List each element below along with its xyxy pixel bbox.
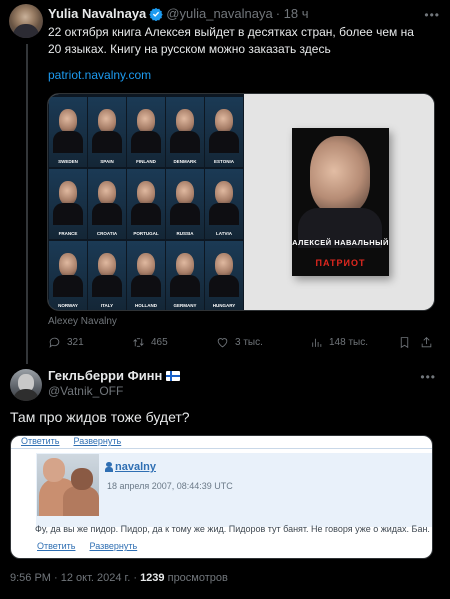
repost-count: 465 [151, 337, 168, 348]
like-button[interactable]: 3 тыс. [216, 336, 263, 349]
more-options-icon[interactable]: ••• [424, 8, 440, 22]
tile-country: GERMANY [173, 303, 197, 308]
book-tile: SPAIN [88, 97, 126, 167]
author-avatar[interactable] [9, 4, 43, 38]
views-button[interactable]: 148 тыс. [310, 336, 368, 349]
book-tile: NORWAY [49, 241, 87, 310]
tile-country: SPAIN [100, 159, 114, 164]
reply-timestamp: 9:56 PM · 12 окт. 2024 г. · 1239 просмот… [10, 572, 228, 584]
lj-user-icon [105, 462, 113, 472]
like-count: 3 тыс. [235, 337, 263, 348]
book-tile: RUSSIA [166, 169, 204, 239]
bookmark-button[interactable] [398, 336, 411, 349]
tile-country: SWEDEN [58, 159, 78, 164]
lj-username: navalny [105, 461, 156, 473]
reply-icon [49, 337, 60, 348]
reply-author-avatar[interactable] [10, 369, 42, 401]
repost-button[interactable]: 465 [132, 336, 168, 349]
lj-bottom-reply-link: Ответить [37, 541, 76, 551]
tweet-media[interactable]: SWEDEN SPAIN FINLAND DENMARK ESTONIA FRANCE CR… [47, 93, 435, 311]
heart-icon [217, 338, 228, 348]
timestamp-text[interactable]: 9:56 PM · 12 окт. 2024 г. · [10, 572, 137, 584]
book-tile: FRANCE [49, 169, 87, 239]
lj-top-links: Ответить Развернуть [21, 436, 121, 446]
tweet-link[interactable]: patriot.navalny.com [48, 68, 151, 82]
reply-text: Там про жидов тоже будет? [10, 409, 190, 425]
book-tile: LATVIA [205, 169, 243, 239]
reply-count: 321 [67, 337, 84, 348]
verified-badge-icon [149, 7, 163, 21]
views-count: 148 тыс. [329, 337, 369, 348]
book-tile: CROATIA [88, 169, 126, 239]
book-author: АЛЕКСЕЙ НАВАЛЬНЫЙ [292, 238, 389, 247]
lj-top-expand-link: Развернуть [73, 436, 122, 446]
reply-more-options-icon[interactable]: ••• [420, 370, 436, 384]
book-tile: FINLAND [127, 97, 165, 167]
author-handle[interactable]: @yulia_navalnaya [166, 6, 272, 21]
tile-country: ITALY [100, 303, 114, 308]
tile-country: FINLAND [136, 159, 156, 164]
tile-country: NORWAY [58, 303, 78, 308]
views-total: 1239 [140, 572, 165, 584]
lj-comment-text: Фу, да вы же пидор. Пидор, да к тому же … [35, 524, 430, 534]
lj-comment-date: 18 апреля 2007, 08:44:39 UTC [107, 481, 233, 491]
lj-bottom-links: Ответить Развернуть [37, 541, 137, 551]
tile-country: PORTUGAL [133, 231, 159, 236]
thread-line [26, 44, 28, 364]
author-name[interactable]: Yulia Navalnaya [48, 6, 146, 21]
tweet-header: Yulia Navalnaya @yulia_navalnaya · 18 ч [48, 6, 309, 21]
bookmark-icon [400, 337, 409, 349]
tile-country: DENMARK [173, 159, 197, 164]
book-tile: GERMANY [166, 241, 204, 310]
lj-userpic [37, 454, 99, 516]
reply-author[interactable]: Гекльберри Финн [48, 368, 181, 383]
reply-media-screenshot[interactable]: Ответить Развернуть navalny 18 апреля 20… [10, 435, 433, 559]
lj-top-reply-link: Ответить [21, 436, 60, 446]
book-cover-image: АЛЕКСЕЙ НАВАЛЬНЫЙ ПАТРИОТ [244, 94, 434, 310]
tile-country: HUNGARY [212, 303, 236, 308]
tile-country: CROATIA [96, 231, 118, 236]
reply-author-name[interactable]: Гекльберри Финн [48, 368, 162, 383]
book-covers-mosaic: SWEDEN SPAIN FINLAND DENMARK ESTONIA FRANCE CR… [48, 94, 244, 310]
original-tweet[interactable]: Yulia Navalnaya @yulia_navalnaya · 18 ч … [0, 0, 450, 364]
book-tile: DENMARK [166, 97, 204, 167]
tile-country: ESTONIA [214, 159, 234, 164]
book-tile: HOLLAND [127, 241, 165, 310]
lj-bottom-expand-link: Развернуть [89, 541, 138, 551]
lj-username-text: navalny [115, 461, 156, 473]
tile-country: RUSSIA [176, 231, 194, 236]
book-tile: ITALY [88, 241, 126, 310]
reply-button[interactable]: 321 [48, 336, 84, 349]
views-label: просмотров [167, 572, 228, 584]
views-icon [312, 338, 322, 347]
book-tile: PORTUGAL [127, 169, 165, 239]
finland-flag-icon [166, 370, 181, 381]
tile-country: HOLLAND [135, 303, 157, 308]
book-cover: АЛЕКСЕЙ НАВАЛЬНЫЙ ПАТРИОТ [292, 128, 389, 276]
tweet-text: 22 октября книга Алексея выйдет в десятк… [48, 25, 414, 56]
tile-country: LATVIA [216, 231, 232, 236]
repost-icon [133, 338, 144, 347]
book-title: ПАТРИОТ [315, 258, 366, 268]
tile-country: FRANCE [58, 231, 78, 236]
share-button[interactable] [420, 336, 433, 349]
portrait [310, 136, 370, 214]
media-caption: Alexey Navalny [48, 316, 117, 327]
book-tile: ESTONIA [205, 97, 243, 167]
lj-divider [11, 448, 432, 449]
book-tile: HUNGARY [205, 241, 243, 310]
share-icon [421, 337, 432, 348]
tweet-time[interactable]: · 18 ч [276, 6, 309, 21]
tweet-actions: 321 465 3 тыс. 148 тыс. [48, 336, 438, 350]
reply-author-handle[interactable]: @Vatnik_OFF [48, 384, 123, 398]
book-tile: SWEDEN [49, 97, 87, 167]
